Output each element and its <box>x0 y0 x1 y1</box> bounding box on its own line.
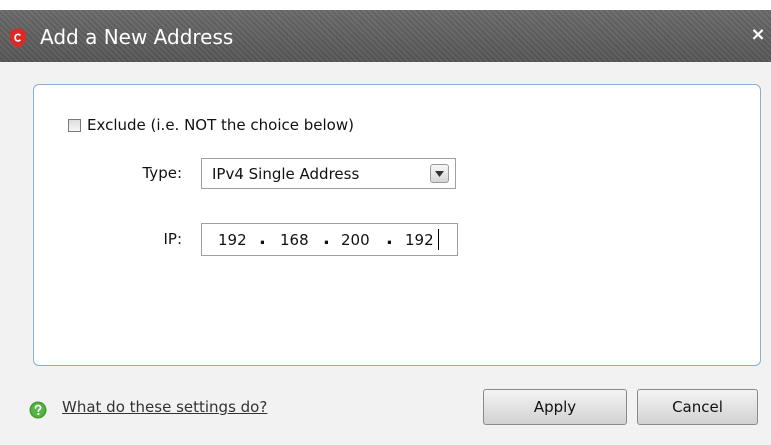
dropdown-button[interactable] <box>430 164 449 183</box>
screen-strip <box>0 0 771 10</box>
exclude-checkbox[interactable] <box>68 118 81 132</box>
ip-octet-3[interactable]: 200 <box>341 231 370 249</box>
dialog-body: Exclude (i.e. NOT the choice below) Type… <box>0 62 771 445</box>
chevron-down-icon <box>435 171 444 177</box>
ip-label: IP: <box>163 230 182 248</box>
cancel-button[interactable]: Cancel <box>637 389 758 425</box>
dialog-title: Add a New Address <box>40 25 234 49</box>
ip-separator: . <box>323 228 330 249</box>
exclude-label[interactable]: Exclude (i.e. NOT the choice below) <box>87 116 354 134</box>
title-bar: Add a New Address × <box>0 10 771 62</box>
type-dropdown[interactable]: IPv4 Single Address <box>201 158 456 189</box>
ip-octet-1[interactable]: 192 <box>218 231 247 249</box>
apply-button[interactable]: Apply <box>483 389 627 425</box>
exclude-option[interactable]: Exclude (i.e. NOT the choice below) <box>68 116 354 134</box>
type-selected-value: IPv4 Single Address <box>212 165 360 183</box>
type-label: Type: <box>142 164 182 182</box>
ip-separator: . <box>259 228 266 249</box>
settings-panel: Exclude (i.e. NOT the choice below) Type… <box>33 84 761 366</box>
text-caret <box>438 229 439 250</box>
close-button[interactable]: × <box>749 25 767 45</box>
ip-separator: . <box>386 228 393 249</box>
ip-octet-4[interactable]: 192 <box>405 231 434 249</box>
help-icon[interactable] <box>29 401 47 419</box>
ip-octet-2[interactable]: 168 <box>280 231 309 249</box>
help-link[interactable]: What do these settings do? <box>62 398 267 416</box>
ip-address-input[interactable]: 192 . 168 . 200 . 192 <box>201 223 458 256</box>
app-logo-icon <box>10 28 26 48</box>
